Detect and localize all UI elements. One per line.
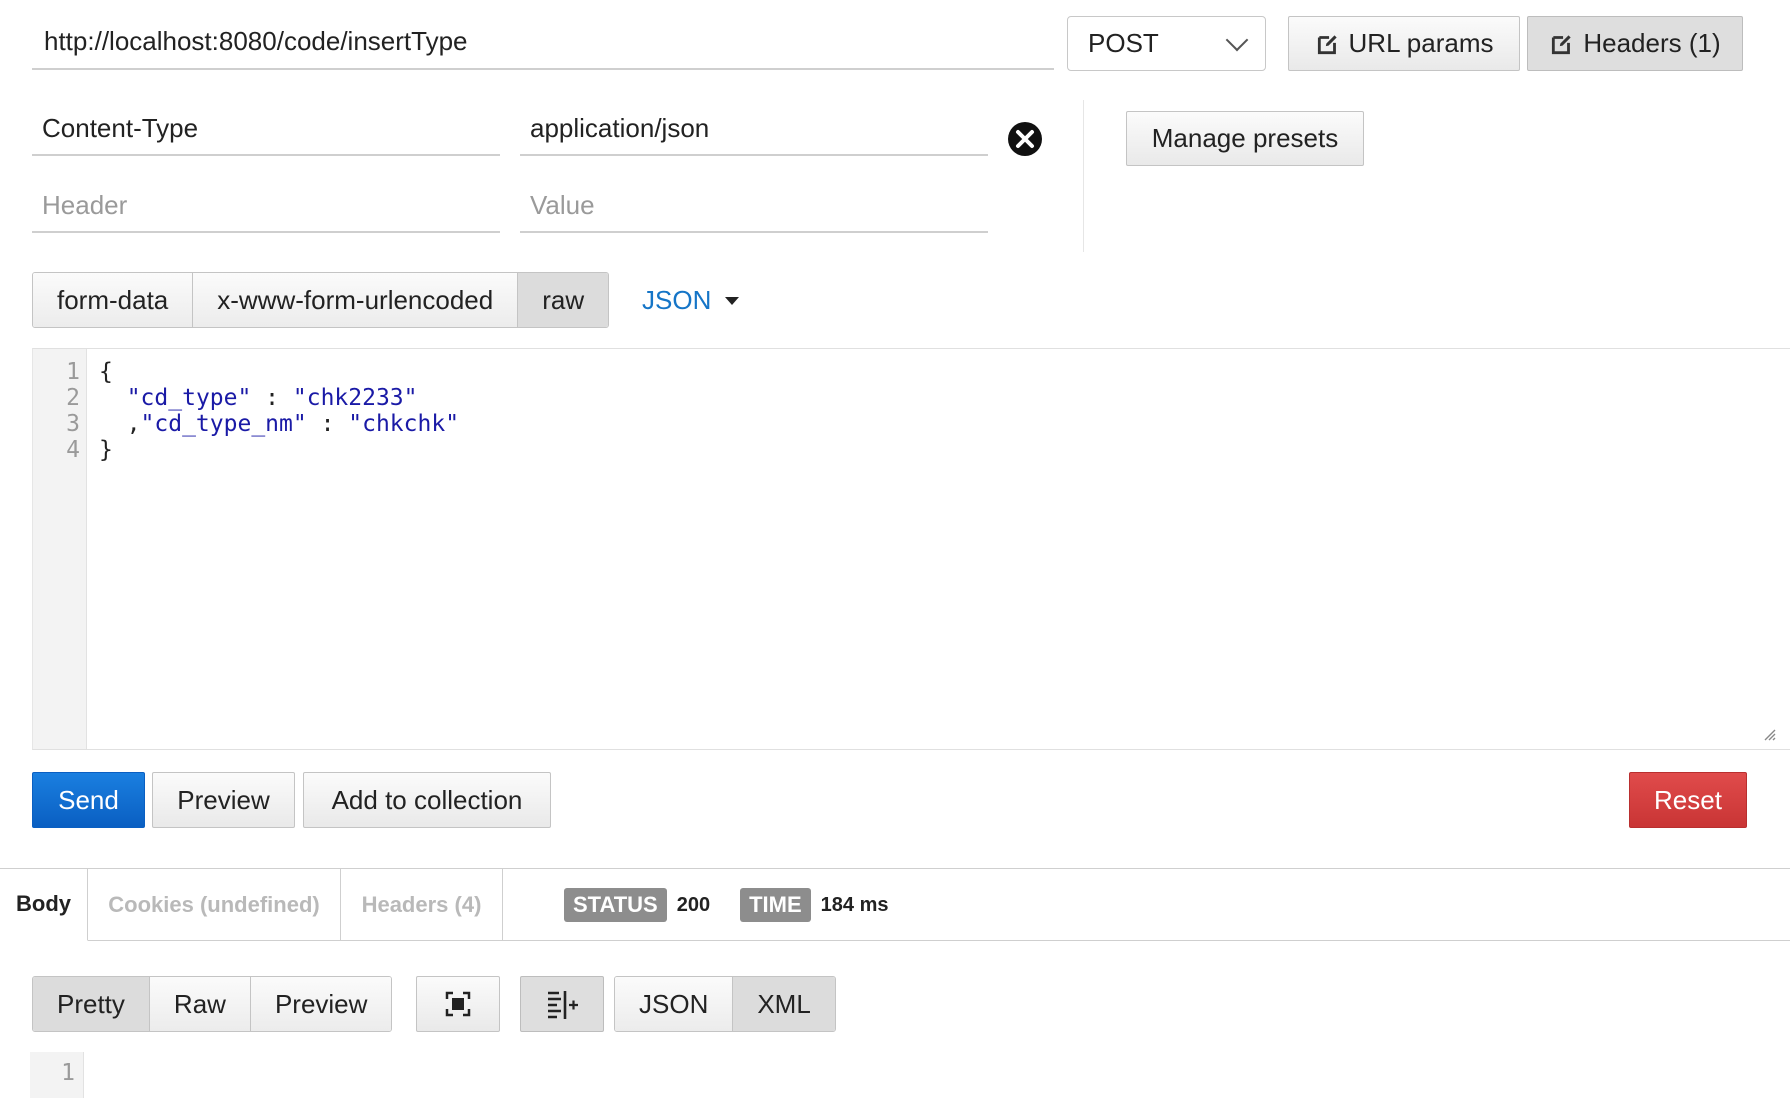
new-header-value-input[interactable] — [520, 179, 988, 233]
manage-presets-label: Manage presets — [1151, 123, 1339, 153]
tab-response-headers[interactable]: Headers (4) — [341, 868, 503, 941]
chevron-down-icon — [1225, 28, 1249, 51]
status-badge: STATUS — [564, 888, 667, 922]
method-value: POST — [1088, 28, 1159, 58]
new-header-key-input[interactable] — [32, 179, 500, 233]
time-value: 184 ms — [820, 893, 889, 916]
view-label: Raw — [173, 988, 226, 1019]
json-key: "cd_type" — [126, 385, 252, 411]
url-input[interactable] — [32, 14, 1054, 70]
fullscreen-icon — [445, 991, 471, 1017]
time-badge: TIME — [740, 888, 811, 922]
line-number: 1 — [66, 359, 80, 385]
caret-down-icon — [725, 297, 740, 305]
body-type-tabs: form-data x-www-form-urlencoded raw — [32, 272, 610, 328]
format-json[interactable]: JSON — [615, 977, 734, 1031]
code-token: } — [99, 437, 113, 463]
line-number: 1 — [61, 1060, 75, 1086]
tab-form-data[interactable]: form-data — [33, 273, 194, 327]
add-to-collection-label: Add to collection — [331, 784, 523, 815]
code-token: , — [99, 411, 141, 437]
tab-raw[interactable]: raw — [518, 273, 609, 327]
fullscreen-button[interactable] — [416, 976, 500, 1032]
edit-icon — [1552, 34, 1572, 54]
code-token: : — [251, 385, 293, 411]
preview-label: Preview — [177, 784, 270, 815]
request-body-editor[interactable]: 1 2 3 4 { "cd_type" : "chk2233" ,"cd_typ… — [32, 348, 1790, 750]
response-status: STATUS 200 TIME 184 ms — [564, 888, 889, 922]
send-label: Send — [58, 784, 119, 815]
view-label: Preview — [274, 988, 368, 1019]
raw-format-dropdown[interactable]: JSON — [642, 280, 740, 320]
raw-format-label: JSON — [642, 284, 712, 315]
tab-label: form-data — [57, 284, 169, 315]
line-number: 2 — [66, 385, 80, 411]
format-tabs: JSON XML — [614, 976, 836, 1032]
headers-button-label: Headers (1) — [1583, 28, 1721, 58]
tab-label: Cookies (undefined) — [108, 891, 320, 917]
code-line: ,"cd_type_nm" : "chkchk" — [99, 411, 459, 437]
tab-label: Body — [16, 891, 71, 916]
view-raw[interactable]: Raw — [149, 977, 251, 1031]
send-button[interactable]: Send — [32, 772, 145, 828]
wrap-lines-icon — [548, 991, 578, 1019]
manage-presets-button[interactable]: Manage presets — [1126, 111, 1364, 166]
resize-grip-icon[interactable] — [1762, 727, 1776, 741]
line-number: 3 — [66, 411, 80, 437]
code-token: : — [306, 411, 349, 437]
code-line: { — [99, 359, 459, 385]
wrap-lines-button[interactable] — [520, 976, 604, 1032]
line-number-gutter: 1 2 3 4 — [33, 349, 87, 749]
json-value: "chk2233" — [292, 385, 418, 411]
add-to-collection-button[interactable]: Add to collection — [303, 772, 551, 828]
code-token: { — [99, 359, 113, 385]
json-key: "cd_type_nm" — [140, 411, 307, 437]
line-number: 4 — [66, 437, 80, 463]
edit-icon — [1317, 34, 1337, 54]
url-params-label: URL params — [1348, 28, 1494, 58]
format-label: XML — [757, 988, 811, 1019]
tab-body[interactable]: Body — [0, 868, 88, 941]
format-xml[interactable]: XML — [733, 977, 835, 1031]
preview-button[interactable]: Preview — [152, 772, 295, 828]
reset-button[interactable]: Reset — [1629, 772, 1747, 828]
tab-cookies[interactable]: Cookies (undefined) — [88, 868, 341, 941]
header-value-input[interactable] — [520, 102, 988, 156]
view-pretty[interactable]: Pretty — [33, 977, 150, 1031]
tab-label: raw — [542, 284, 585, 315]
view-label: Pretty — [57, 988, 125, 1019]
headers-button[interactable]: Headers (1) — [1527, 16, 1743, 71]
tab-label: x-www-form-urlencoded — [217, 284, 494, 315]
reset-label: Reset — [1654, 784, 1722, 815]
view-mode-tabs: Pretty Raw Preview — [32, 976, 393, 1032]
response-line-gutter: 1 — [30, 1052, 84, 1098]
divider — [1083, 100, 1084, 252]
header-key-input[interactable] — [32, 102, 500, 156]
tab-label: Headers (4) — [361, 891, 482, 917]
view-preview[interactable]: Preview — [250, 977, 392, 1031]
url-params-button[interactable]: URL params — [1288, 16, 1520, 71]
remove-header-icon[interactable] — [1007, 121, 1043, 157]
code-lines: { "cd_type" : "chk2233" ,"cd_type_nm" : … — [99, 359, 459, 463]
method-select[interactable]: POST — [1067, 16, 1266, 71]
code-line: "cd_type" : "chk2233" — [99, 385, 459, 411]
tab-x-www-form-urlencoded[interactable]: x-www-form-urlencoded — [193, 273, 519, 327]
status-value: 200 — [676, 893, 711, 916]
code-line: } — [99, 437, 459, 463]
json-value: "chkchk" — [348, 411, 460, 437]
format-label: JSON — [639, 988, 709, 1019]
